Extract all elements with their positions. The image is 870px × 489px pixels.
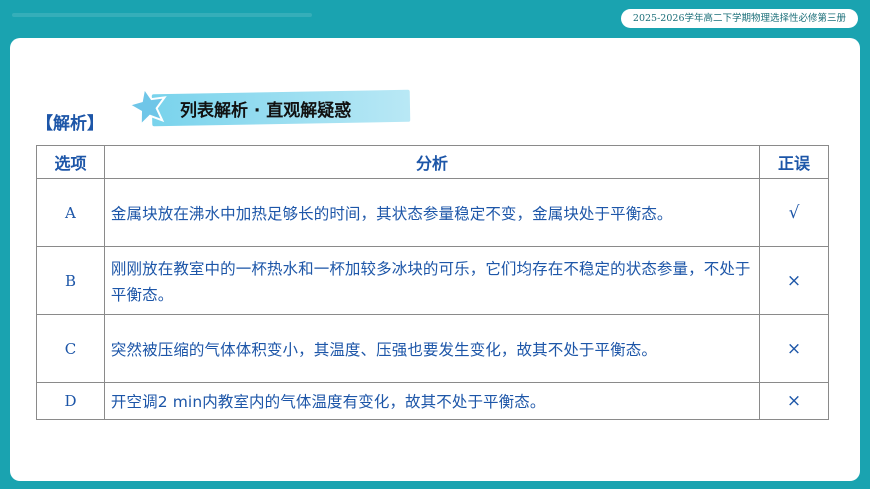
row-analysis: 金属块放在沸水中加热足够长的时间，其状态参量稳定不变，金属块处于平衡态。 [103,178,761,247]
row-option: D [36,382,105,420]
row-result: × [759,382,829,420]
row-option: A [36,178,105,247]
row-analysis: 刚刚放在教室中的一杯热水和一杯加较多冰块的可乐，它们均存在不稳定的状态参量，不处… [103,246,761,315]
row-analysis: 突然被压缩的气体体积变小，其温度、压强也要发生变化，故其不处于平衡态。 [103,314,761,383]
star-icon [128,86,167,126]
row-analysis: 开空调2 min内教室内的气体温度有变化，故其不处于平衡态。 [103,382,761,420]
table-header-row: 选项 分析 正误 [36,145,829,179]
header-decoration [12,13,312,17]
analysis-table: 选项 分析 正误 A 金属块放在沸水中加热足够长的时间，其状态参量稳定不变，金属… [36,145,829,420]
row-option: C [36,314,105,383]
section-label: 【解析】 [36,114,104,134]
course-title: 2025-2026学年高二下学期物理选择性必修第三册 [620,9,858,28]
table-row: A 金属块放在沸水中加热足够长的时间，其状态参量稳定不变，金属块处于平衡态。 √ [36,178,829,247]
header-result: 正误 [759,145,829,179]
row-result: × [759,314,829,383]
banner-title: 列表解析 · 直观解疑惑 [180,101,352,121]
row-result: × [759,246,829,315]
row-result: √ [759,178,829,247]
table-row: B 刚刚放在教室中的一杯热水和一杯加较多冰块的可乐，它们均存在不稳定的状态参量，… [36,246,829,315]
table-row: C 突然被压缩的气体体积变小，其温度、压强也要发生变化，故其不处于平衡态。 × [36,314,829,383]
table-row: D 开空调2 min内教室内的气体温度有变化，故其不处于平衡态。 × [36,382,829,420]
row-option: B [36,246,105,315]
header-analysis: 分析 [103,145,761,179]
header-option: 选项 [36,145,105,179]
